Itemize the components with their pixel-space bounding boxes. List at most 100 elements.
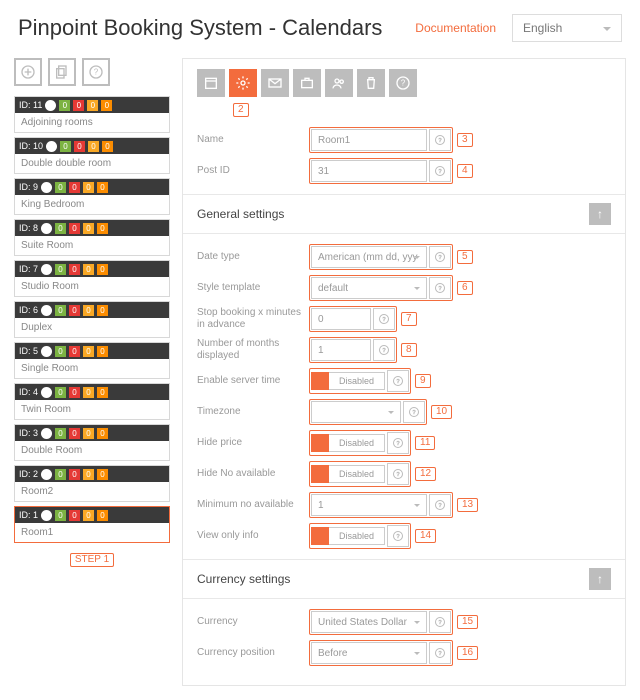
stat-pill: 0 [83, 264, 94, 275]
select[interactable]: 1 [311, 494, 427, 516]
step-1-badge: STEP 1 [70, 553, 114, 567]
field-control: ? [309, 306, 397, 332]
svg-text:?: ? [438, 169, 441, 175]
collapse-icon[interactable]: ↑ [589, 568, 611, 590]
calendar-name: Adjoining rooms [15, 113, 169, 132]
toggle[interactable]: Disabled [311, 527, 385, 545]
select[interactable]: American (mm dd, yyy [311, 246, 427, 268]
stat-pill: 0 [69, 264, 80, 275]
annotation-badge: 11 [415, 436, 435, 450]
toggle[interactable]: Disabled [311, 465, 385, 483]
stat-pill: 0 [97, 182, 108, 193]
select[interactable]: Before [311, 642, 427, 664]
stat-pill: 0 [83, 346, 94, 357]
calendar-name: Room2 [15, 482, 169, 501]
calendar-item[interactable]: ID: 4 0 0 0 0 Twin Room [14, 383, 170, 420]
field-control: Disabled? [309, 461, 411, 487]
briefcase-icon[interactable] [293, 69, 321, 97]
annotation-badge: 10 [431, 405, 452, 419]
collapse-icon[interactable]: ↑ [589, 203, 611, 225]
text-input[interactable] [311, 308, 371, 330]
field-help-icon[interactable]: ? [429, 277, 451, 299]
settings-icon[interactable] [229, 69, 257, 97]
annotation-badge: 15 [457, 615, 478, 629]
field-help-icon[interactable]: ? [387, 370, 409, 392]
language-select[interactable]: English [512, 14, 622, 42]
field-help-icon[interactable]: ? [387, 432, 409, 454]
calendar-list: ID: 11 0 0 0 0 Adjoining rooms ID: 10 0 … [14, 96, 170, 547]
annotation-badge: 8 [401, 343, 417, 357]
field-label: Name [197, 134, 309, 146]
field-label: Hide price [197, 437, 309, 449]
stat-pill: 0 [97, 387, 108, 398]
toggle[interactable]: Disabled [311, 434, 385, 452]
stat-pill: 0 [73, 100, 84, 111]
add-icon[interactable] [14, 58, 42, 86]
stat-pill: 0 [69, 510, 80, 521]
calendar-id: ID: 5 [19, 346, 38, 356]
select[interactable] [311, 401, 401, 423]
avatar-icon [41, 182, 52, 193]
calendar-item[interactable]: ID: 8 0 0 0 0 Suite Room [14, 219, 170, 256]
calendar-item[interactable]: ID: 5 0 0 0 0 Single Room [14, 342, 170, 379]
calendar-item[interactable]: ID: 9 0 0 0 0 King Bedroom [14, 178, 170, 215]
field-help-icon[interactable]: ? [387, 525, 409, 547]
mail-icon[interactable] [261, 69, 289, 97]
calendar-item[interactable]: ID: 10 0 0 0 0 Double double room [14, 137, 170, 174]
select[interactable]: default [311, 277, 427, 299]
calendar-item[interactable]: ID: 6 0 0 0 0 Duplex [14, 301, 170, 338]
stat-pill: 0 [55, 387, 66, 398]
field-help-icon[interactable]: ? [373, 339, 395, 361]
avatar-icon [41, 264, 52, 275]
svg-text:?: ? [438, 503, 441, 509]
stat-pill: 0 [87, 100, 98, 111]
text-input[interactable] [311, 160, 427, 182]
stat-pill: 0 [83, 469, 94, 480]
stat-pill: 0 [55, 510, 66, 521]
field-help-icon[interactable]: ? [429, 160, 451, 182]
stat-pill: 0 [97, 305, 108, 316]
calendar-name: Twin Room [15, 400, 169, 419]
svg-text:?: ? [396, 534, 399, 540]
avatar-icon [46, 141, 57, 152]
trash-icon[interactable] [357, 69, 385, 97]
help-icon[interactable]: ? [389, 69, 417, 97]
field-help-icon[interactable]: ? [429, 129, 451, 151]
calendar-name: Duplex [15, 318, 169, 337]
calendar-item[interactable]: ID: 11 0 0 0 0 Adjoining rooms [14, 96, 170, 133]
calendar-item[interactable]: ID: 3 0 0 0 0 Double Room [14, 424, 170, 461]
field-help-icon[interactable]: ? [429, 642, 451, 664]
field-label: Currency position [197, 647, 309, 659]
field-help-icon[interactable]: ? [387, 463, 409, 485]
users-icon[interactable] [325, 69, 353, 97]
text-input[interactable] [311, 339, 371, 361]
calendar-name: Suite Room [15, 236, 169, 255]
annotation-badge: 16 [457, 646, 478, 660]
text-input[interactable] [311, 129, 427, 151]
field-label: Currency [197, 616, 309, 628]
calendar-item[interactable]: ID: 1 0 0 0 0 Room1 [14, 506, 170, 543]
field-help-icon[interactable]: ? [429, 611, 451, 633]
field-label: Date type [197, 251, 309, 263]
field-label: Stop booking x minutes in advance [197, 307, 309, 331]
select[interactable]: United States Dollar [311, 611, 427, 633]
stat-pill: 0 [69, 305, 80, 316]
calendar-id: ID: 10 [19, 141, 43, 151]
copy-icon[interactable] [48, 58, 76, 86]
calendar-id: ID: 1 [19, 510, 38, 520]
calendar-id: ID: 2 [19, 469, 38, 479]
documentation-link[interactable]: Documentation [415, 21, 496, 35]
svg-text:?: ? [396, 441, 399, 447]
field-help-icon[interactable]: ? [373, 308, 395, 330]
toggle[interactable]: Disabled [311, 372, 385, 390]
field-help-icon[interactable]: ? [429, 494, 451, 516]
calendar-icon[interactable] [197, 69, 225, 97]
calendar-item[interactable]: ID: 2 0 0 0 0 Room2 [14, 465, 170, 502]
field-help-icon[interactable]: ? [429, 246, 451, 268]
field-control: Disabled? [309, 430, 411, 456]
calendar-item[interactable]: ID: 7 0 0 0 0 Studio Room [14, 260, 170, 297]
calendar-id: ID: 7 [19, 264, 38, 274]
field-control: ? [309, 127, 453, 153]
help-icon[interactable]: ? [82, 58, 110, 86]
field-help-icon[interactable]: ? [403, 401, 425, 423]
